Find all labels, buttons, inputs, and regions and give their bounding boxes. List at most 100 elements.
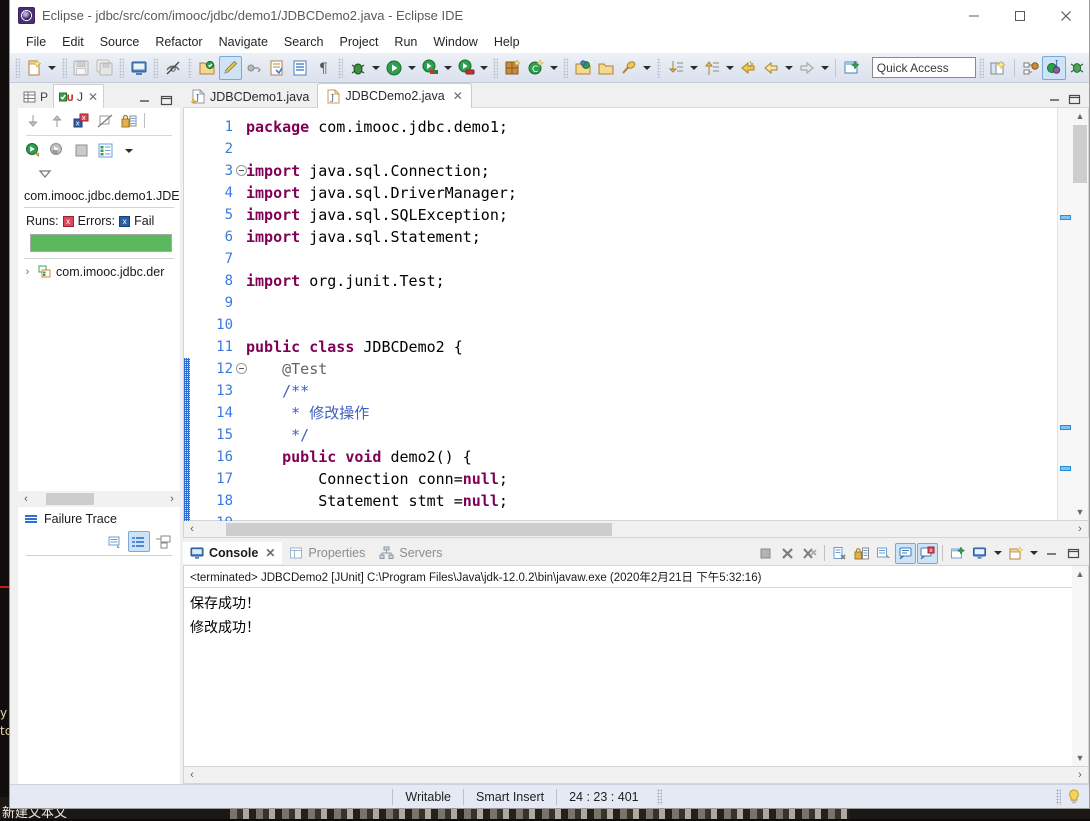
maximize-editor-icon[interactable] (1065, 90, 1083, 108)
new-class-dropdown-arrow[interactable] (548, 56, 561, 80)
minimize-editor-icon[interactable] (1045, 90, 1063, 108)
fold-collapse-icon[interactable] (236, 165, 247, 176)
editor-overview-ruler[interactable] (1057, 108, 1072, 520)
editor-text-area[interactable]: 12345678910111213141516171819 package co… (183, 108, 1089, 521)
display-selected-console-icon[interactable] (895, 543, 916, 564)
console-view-menu-icon[interactable] (1005, 543, 1026, 564)
paste-trace-icon[interactable] (152, 531, 174, 552)
menu-item-project[interactable]: Project (332, 33, 387, 51)
previous-annotation-dropdown-arrow[interactable] (724, 56, 737, 80)
minimize-icon[interactable] (951, 0, 997, 31)
debug-icon[interactable] (346, 56, 369, 80)
editor-vscroll-thumb[interactable] (1073, 125, 1087, 183)
java-browsing-perspective-icon[interactable] (1019, 56, 1042, 80)
toolbar-grip-8[interactable] (563, 58, 568, 78)
link-icon[interactable] (242, 56, 265, 80)
external-tools-dropdown-arrow[interactable] (477, 56, 490, 80)
remove-launch-icon[interactable] (777, 543, 798, 564)
editor-tab-jdbcdemo2[interactable]: J JDBCDemo2.java ✕ (317, 83, 471, 108)
maximize-console-icon[interactable] (1063, 543, 1084, 564)
save-all-icon[interactable] (93, 56, 116, 80)
minimize-console-icon[interactable] (1041, 543, 1062, 564)
editor-vertical-scrollbar[interactable]: ▲ ▼ (1072, 108, 1088, 520)
pilcrow-icon[interactable]: ¶ (312, 56, 335, 80)
test-run-history-icon[interactable] (94, 140, 116, 161)
compare-result-icon[interactable] (104, 531, 126, 552)
filter-stacktrace-icon[interactable] (94, 110, 116, 131)
previous-failure-icon[interactable] (46, 110, 68, 131)
view-tab-junit[interactable]: U J ✕ (53, 84, 104, 108)
toolbar-grip-4[interactable] (153, 58, 158, 78)
toggle-mark-occurrences-icon[interactable] (161, 56, 184, 80)
menu-item-help[interactable]: Help (486, 33, 528, 51)
java-perspective-icon[interactable]: J (1042, 56, 1065, 80)
junit-hscroll-thumb[interactable] (46, 493, 94, 505)
chevron-down-icon[interactable] (34, 163, 56, 184)
expand-arrow-icon[interactable]: › (22, 266, 33, 278)
view-menu-icon[interactable] (118, 140, 140, 161)
console-display-dropdown-arrow[interactable] (991, 541, 1004, 565)
menu-item-search[interactable]: Search (276, 33, 332, 51)
new-class-icon[interactable]: C (524, 56, 547, 80)
scroll-lock-icon[interactable] (118, 110, 140, 131)
filter-stack-trace-icon[interactable] (128, 531, 150, 552)
next-annotation-icon[interactable] (664, 56, 687, 80)
console-horizontal-scrollbar[interactable]: ‹ › (183, 767, 1089, 784)
external-tools-icon[interactable] (454, 56, 477, 80)
new-java-package-icon[interactable] (195, 56, 218, 80)
console-vertical-scrollbar[interactable]: ▲ ▼ (1072, 566, 1088, 766)
search-dropdown-arrow[interactable] (641, 56, 654, 80)
remove-all-terminated-icon[interactable] (799, 543, 820, 564)
next-failure-icon[interactable] (22, 110, 44, 131)
overview-marker[interactable] (1060, 425, 1071, 430)
junit-hscroll-right-arrow[interactable]: › (164, 493, 180, 505)
editor-vscroll-down-arrow[interactable]: ▼ (1072, 504, 1088, 520)
console-menu-dropdown-arrow[interactable] (1027, 541, 1040, 565)
search-icon[interactable] (618, 56, 641, 80)
overview-marker[interactable] (1060, 215, 1071, 220)
console-vscroll-down-arrow[interactable]: ▼ (1072, 750, 1088, 766)
editor-hscroll-right-arrow[interactable]: › (1072, 523, 1088, 535)
list-item[interactable]: › com.imooc.jdbc.der (18, 263, 180, 281)
pin-editor-icon[interactable] (840, 56, 863, 80)
editor-hscroll-thumb[interactable] (226, 523, 612, 536)
stop-icon[interactable] (70, 140, 92, 161)
toolbar-grip-2[interactable] (62, 58, 67, 78)
editor-source-code[interactable]: package com.imooc.jdbc.demo1; import jav… (236, 108, 1057, 520)
menu-item-refactor[interactable]: Refactor (147, 33, 210, 51)
forward-dropdown-arrow[interactable] (819, 56, 832, 80)
menu-item-run[interactable]: Run (386, 33, 425, 51)
new-java-project-icon[interactable] (501, 56, 524, 80)
rerun-failed-tests-icon[interactable] (46, 140, 68, 161)
debug-dropdown-arrow[interactable] (370, 56, 383, 80)
terminate-icon[interactable] (755, 543, 776, 564)
overview-marker[interactable] (1060, 466, 1071, 471)
editor-hscroll-left-arrow[interactable]: ‹ (184, 523, 200, 535)
coverage-dropdown-arrow[interactable] (441, 56, 454, 80)
failure-trace-content[interactable] (18, 556, 180, 784)
editor-horizontal-scrollbar[interactable]: ‹ › (183, 521, 1089, 538)
editor-tab-close-icon[interactable]: ✕ (453, 89, 463, 103)
toolbar-grip-7[interactable] (493, 58, 498, 78)
toolbar-grip-10[interactable] (979, 58, 984, 78)
junit-tree-hscrollbar[interactable]: ‹ › (18, 491, 180, 507)
view-tab-junit-close-icon[interactable]: ✕ (88, 90, 98, 104)
console-output-panel[interactable]: <terminated> JDBCDemo2 [JUnit] C:\Progra… (183, 565, 1089, 767)
menu-item-source[interactable]: Source (92, 33, 148, 51)
lightbulb-icon[interactable] (1067, 789, 1089, 805)
open-type-icon[interactable] (571, 56, 594, 80)
show-failures-only-icon[interactable]: x x (70, 110, 92, 131)
new-wizard-icon[interactable] (23, 56, 46, 80)
paintbrush-icon[interactable] (219, 56, 242, 80)
previous-annotation-icon[interactable] (700, 56, 723, 80)
menu-item-navigate[interactable]: Navigate (211, 33, 276, 51)
toolbar-grip[interactable] (15, 58, 20, 78)
rerun-test-icon[interactable] (22, 140, 44, 161)
run-coverage-icon[interactable] (418, 56, 441, 80)
quick-access-input[interactable] (872, 57, 976, 78)
minimize-view-icon[interactable] (136, 92, 152, 108)
console-hscroll-left-arrow[interactable]: ‹ (184, 769, 200, 781)
open-console-icon[interactable]: x (917, 543, 938, 564)
tab-console[interactable]: Console ✕ (183, 542, 282, 564)
tab-console-close-icon[interactable]: ✕ (265, 546, 275, 560)
